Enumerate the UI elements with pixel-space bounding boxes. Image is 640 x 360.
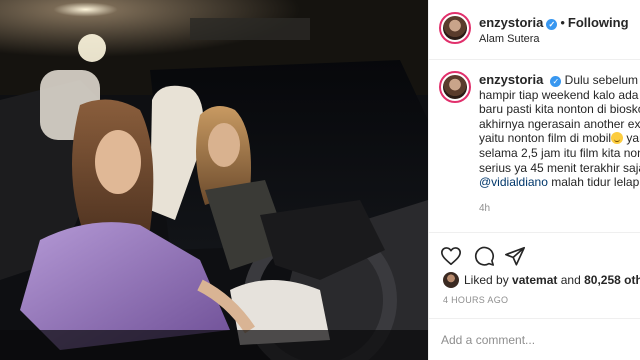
post-photo[interactable]	[0, 0, 428, 360]
caption-line: yan	[626, 131, 640, 146]
caption-line: hampir tiap weekend kalo ada fil	[479, 87, 640, 102]
mention-link[interactable]: @vidialdiano	[479, 175, 548, 189]
verified-badge-icon: ✓	[546, 19, 558, 30]
caption-time: 4h	[479, 203, 491, 214]
author-line: enzystoria ✓ • Following	[479, 15, 629, 30]
post-actions	[429, 232, 640, 274]
like-button[interactable]	[440, 245, 462, 267]
add-comment-bar	[429, 318, 640, 360]
caption-avatar[interactable]	[439, 71, 471, 103]
caption-line: baru pasti kita nonton di bioskop	[479, 102, 640, 117]
caption-line: yaitu nonton film di mobil	[479, 131, 612, 146]
caption-line: serius ya 45 menit terakhir sajaa	[479, 160, 640, 175]
caption-line: Dulu sebelum covid	[564, 73, 640, 87]
caption-line: malah tidur lelap..	[547, 175, 640, 190]
author-avatar[interactable]	[439, 12, 471, 44]
heart-icon	[441, 247, 461, 266]
likes-middle: and	[557, 273, 585, 287]
verified-badge-icon: ✓	[550, 76, 562, 87]
separator-dot: •	[560, 15, 565, 30]
comment-icon	[474, 246, 494, 266]
likes-count-link[interactable]: 80,258 others	[584, 273, 640, 287]
grinning-emoji-icon	[611, 132, 624, 145]
liker-avatar	[443, 272, 459, 288]
likes-summary: Liked by vatemat and 80,258 others	[443, 272, 640, 288]
likes-prefix: Liked by	[464, 273, 513, 287]
following-button[interactable]: Following	[568, 15, 629, 30]
instagram-post: enzystoria ✓ • Following Alam Sutera enzyst…	[0, 0, 640, 360]
post-timestamp: 4 HOURS AGO	[443, 295, 509, 305]
post-header: enzystoria ✓ • Following Alam Sutera	[429, 0, 640, 60]
author-username[interactable]: enzystoria	[479, 15, 543, 30]
share-button[interactable]	[504, 245, 526, 267]
post-side-panel: enzystoria ✓ • Following Alam Sutera enzyst…	[428, 0, 640, 360]
caption-block: enzystoria ✓ Dulu sebelum covid hampir ti…	[429, 61, 640, 231]
share-icon	[505, 246, 525, 266]
post-location[interactable]: Alam Sutera	[479, 33, 540, 45]
caption-text: enzystoria ✓ Dulu sebelum covid hampir ti…	[479, 72, 640, 190]
caption-line: selama 2,5 jam itu film kita nonton	[479, 145, 640, 160]
liker-username[interactable]: vatemat	[512, 273, 557, 287]
car-interior-photo	[0, 0, 428, 360]
comment-button[interactable]	[473, 245, 495, 267]
caption-line: akhirnya ngerasain another expe	[479, 116, 640, 131]
caption-username[interactable]: enzystoria	[479, 72, 543, 87]
comment-input[interactable]	[441, 329, 631, 351]
